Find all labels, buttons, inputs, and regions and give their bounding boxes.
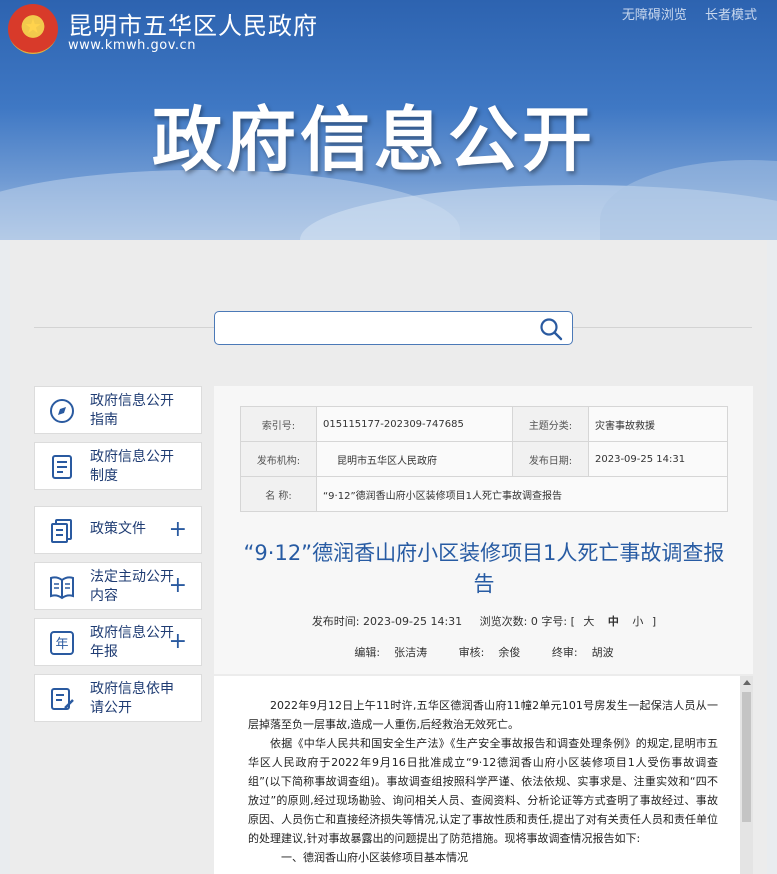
- editor-line: 编辑: 张洁涛 审核: 余俊 终审: 胡波: [234, 644, 734, 660]
- expand-icon[interactable]: +: [169, 575, 187, 597]
- reviewer-label: 审核:: [458, 646, 485, 659]
- document-icon: [52, 455, 72, 479]
- editor-label: 编辑:: [354, 646, 381, 659]
- national-emblem-icon: ★: [8, 4, 58, 54]
- search-icon[interactable]: [539, 317, 563, 341]
- year-icon: 年: [50, 631, 74, 655]
- editor-name: 张洁涛: [394, 646, 428, 659]
- views-count: 0: [530, 615, 538, 628]
- site-url: www.kmwh.gov.cn: [68, 38, 196, 53]
- font-size-label: 字号:: [541, 615, 568, 628]
- sidebar-item-policy[interactable]: 政策文件 +: [34, 506, 202, 554]
- meta-topic-value: 灾害事故救援: [588, 406, 728, 442]
- body-paragraph: 一、德润香山府小区装修项目基本情况: [281, 851, 468, 864]
- expand-icon[interactable]: +: [169, 631, 187, 653]
- sidebar-item-application[interactable]: 政府信息依申请公开: [34, 674, 202, 722]
- meta-org-label: 发布机构:: [240, 441, 317, 477]
- files-icon: [51, 519, 72, 543]
- article-body-panel: 2022年9月12日上午11时许,五华区德润香山府11幢2单元101号房发生一起…: [214, 676, 740, 874]
- sidebar-item-label: 法定主动公开内容: [90, 569, 174, 604]
- banner-title: 政府信息公开: [152, 99, 596, 181]
- publish-time: 2023-09-25 14:31: [363, 615, 463, 628]
- meta-index-label: 索引号:: [240, 406, 317, 442]
- site-name[interactable]: 昆明市五华区人民政府: [68, 6, 318, 41]
- font-size-small-button[interactable]: 小: [632, 615, 643, 628]
- sidebar-item-label: 政策文件: [90, 521, 146, 537]
- body-paragraph: 2022年9月12日上午11时许,五华区德润香山府11幢2单元101号房发生一起…: [248, 699, 718, 731]
- scroll-up-arrow-icon[interactable]: [743, 680, 751, 685]
- font-size-bracket-close: ]: [651, 615, 657, 628]
- book-icon: [50, 576, 74, 600]
- meta-name-label: 名 称:: [240, 476, 317, 512]
- site-header: ★ 昆明市五华区人民政府 www.kmwh.gov.cn 无障碍浏览 长者模式 …: [0, 0, 777, 240]
- form-icon: [51, 688, 74, 710]
- search-box: [214, 311, 573, 345]
- banner-mountain: [600, 160, 777, 240]
- publish-label: 发布时间:: [311, 615, 360, 628]
- svg-text:年: 年: [55, 637, 68, 652]
- expand-icon[interactable]: +: [169, 519, 187, 541]
- article-title: “9·12”德润香山府小区装修项目1人死亡事故调查报告: [243, 541, 725, 596]
- article-meta-line: 发布时间: 2023-09-25 14:31 浏览次数: 0 字号: [ 大 中…: [234, 613, 734, 629]
- meta-org-value: 昆明市五华区人民政府: [316, 441, 513, 477]
- final-reviewer-label: 终审:: [551, 646, 578, 659]
- meta-table: 索引号: 015115177-202309-747685 主题分类: 灾害事故救…: [240, 406, 728, 512]
- elder-mode-link[interactable]: 长者模式: [705, 8, 757, 23]
- body-paragraph: 依据《中华人民共和国安全生产法》《生产安全事故报告和调查处理条例》的规定,昆明市…: [248, 737, 718, 845]
- meta-name-value: “9·12”德润香山府小区装修项目1人死亡事故调查报告: [316, 476, 728, 512]
- article-header-panel: 索引号: 015115177-202309-747685 主题分类: 灾害事故救…: [214, 386, 753, 674]
- article-body: 2022年9月12日上午11时许,五华区德润香山府11幢2单元101号房发生一起…: [248, 696, 718, 867]
- sidebar-item-guide[interactable]: 政府信息公开指南: [34, 386, 202, 434]
- font-size-bracket-open: [: [570, 615, 575, 628]
- accessibility-link[interactable]: 无障碍浏览: [622, 8, 687, 23]
- sidebar-item-system[interactable]: 政府信息公开制度: [34, 442, 202, 490]
- compass-icon: [50, 399, 74, 423]
- font-size-large-button[interactable]: 大: [583, 615, 594, 628]
- meta-date-label: 发布日期:: [512, 441, 589, 477]
- font-size-medium-button[interactable]: 中: [608, 615, 619, 628]
- sidebar-item-statutory[interactable]: 法定主动公开内容 +: [34, 562, 202, 610]
- meta-index-value: 015115177-202309-747685: [316, 406, 513, 442]
- views-label: 浏览次数:: [479, 615, 528, 628]
- reviewer-name: 余俊: [498, 646, 521, 659]
- search-input[interactable]: [223, 318, 523, 338]
- sidebar-item-label: 政府信息公开制度: [90, 449, 174, 484]
- sidebar-item-annual-report[interactable]: 年 政府信息公开年报 +: [34, 618, 202, 666]
- sidebar-item-label: 政府信息依申请公开: [90, 681, 174, 716]
- scroll-thumb[interactable]: [742, 692, 751, 822]
- final-reviewer-name: 胡波: [591, 646, 614, 659]
- meta-date-value: 2023-09-25 14:31: [588, 441, 728, 477]
- top-links: 无障碍浏览 长者模式: [608, 4, 757, 23]
- scrollbar[interactable]: [740, 676, 753, 874]
- sidebar-item-label: 政府信息公开年报: [90, 625, 174, 660]
- sidebar-item-label: 政府信息公开指南: [90, 393, 174, 428]
- meta-topic-label: 主题分类:: [512, 406, 589, 442]
